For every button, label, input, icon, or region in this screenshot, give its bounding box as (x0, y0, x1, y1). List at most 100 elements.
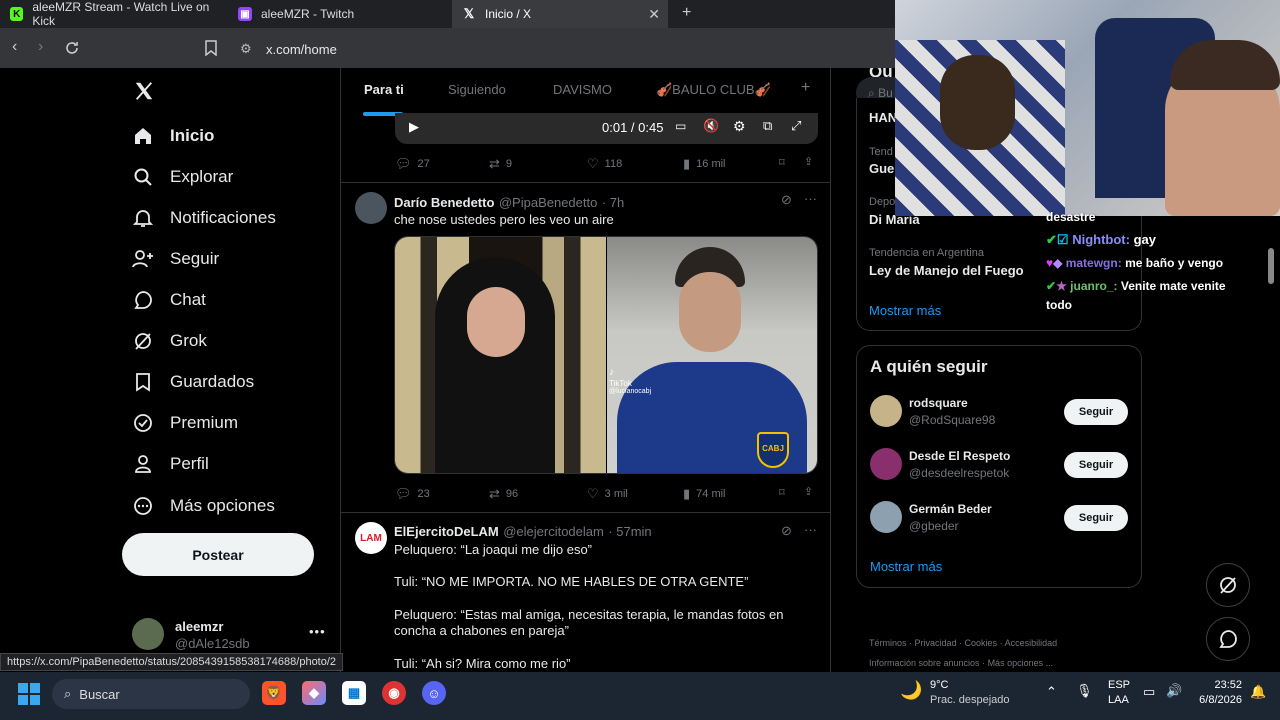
url-input[interactable]: ⚙ x.com/home (230, 35, 910, 63)
avatar[interactable] (355, 192, 387, 224)
video-player[interactable]: ▶ 0:01 / 0:45 ▭ 🔇 ⚙ ⧉ ⤢ (395, 113, 818, 144)
tweet-more-icon[interactable]: ··· (804, 191, 817, 206)
footer-link[interactable]: Información sobre anuncios (869, 658, 980, 668)
media-photo-2[interactable]: CABJ ♪ TikTok @lucianocabj (607, 237, 817, 473)
account-menu-icon[interactable]: ••• (309, 624, 326, 639)
avatar[interactable] (870, 395, 902, 427)
app-icon[interactable]: ◉ (382, 681, 406, 705)
forward-icon[interactable]: › (38, 38, 43, 56)
network-icon[interactable]: ▭ (1143, 684, 1155, 700)
clock-date[interactable]: 6/8/2026 (1190, 694, 1242, 706)
views-button[interactable]: ▮ 16 mil (683, 156, 726, 172)
weather-icon[interactable]: 🌙 (900, 680, 922, 701)
language-bottom[interactable]: LAA (1108, 694, 1129, 706)
browser-tab-x[interactable]: 𝕏 Inicio / X ✕ (452, 0, 668, 28)
tweet-author-name[interactable]: ElEjercitoDeLAM (394, 524, 499, 539)
footer-link[interactable]: Más opciones ... (988, 658, 1054, 668)
like-button[interactable]: ♡ 3 mil (587, 486, 628, 502)
new-tab-button[interactable]: + (682, 4, 691, 22)
tab-para-ti[interactable]: Para ti (364, 82, 404, 97)
views-button[interactable]: ▮ 74 mil (683, 486, 726, 502)
tab-baulo-club[interactable]: 🎻BAULO CLUB🎻 (656, 82, 771, 98)
show-more-trends-link[interactable]: Mostrar más (869, 303, 941, 318)
suggested-user-name[interactable]: rodsquare (909, 396, 968, 410)
tweet-author-name[interactable]: Darío Benedetto (394, 195, 494, 210)
copilot-icon[interactable]: ◆ (302, 681, 326, 705)
volume-icon[interactable]: 🔊 (1166, 683, 1182, 699)
site-settings-icon[interactable]: ⚙ (240, 41, 252, 57)
tweet-author-handle[interactable]: @PipaBenedetto (499, 195, 598, 210)
grok-icon[interactable]: ⊘ (781, 523, 792, 539)
discord-icon[interactable]: ☺ (422, 681, 446, 705)
mute-icon[interactable]: 🔇 (703, 118, 719, 134)
windows-start-icon[interactable] (18, 683, 40, 705)
sidebar-item-perfil[interactable]: Perfil (132, 453, 209, 475)
clock-time[interactable]: 23:52 (1208, 679, 1242, 691)
store-icon[interactable]: ▦ (342, 681, 366, 705)
footer-link[interactable]: Términos (869, 638, 907, 648)
tab-davismo[interactable]: DAVISMO (553, 82, 612, 97)
microphone-icon[interactable]: 🎙 (1076, 683, 1093, 699)
reload-icon[interactable] (64, 40, 80, 61)
reply-button[interactable]: 💬︎ 27 (395, 156, 430, 172)
tweet-more-icon[interactable]: ··· (804, 522, 817, 537)
suggested-user-name[interactable]: Germán Beder (909, 502, 992, 516)
avatar[interactable]: LAM (355, 522, 387, 554)
show-more-follow-link[interactable]: Mostrar más (870, 559, 942, 574)
share-icon[interactable]: ⇪ (804, 485, 813, 498)
footer-link[interactable]: Privacidad (915, 638, 957, 648)
tweet-author-handle[interactable]: @elejercitodelam (503, 524, 604, 539)
grok-icon[interactable]: ⊘ (781, 192, 792, 208)
avatar[interactable] (870, 501, 902, 533)
reply-button[interactable]: 💬︎ 23 (395, 486, 430, 502)
sidebar-item-explorar[interactable]: Explorar (132, 166, 233, 188)
grok-fab[interactable] (1206, 563, 1250, 607)
sidebar-item-guardados[interactable]: Guardados (132, 371, 254, 393)
footer-link[interactable]: Accesibilidad (1005, 638, 1058, 648)
taskbar-search[interactable]: ⌕ Buscar (52, 679, 250, 709)
sidebar-item-notificaciones[interactable]: Notificaciones (132, 207, 276, 229)
sidebar-item-seguir[interactable]: Seguir (132, 248, 219, 270)
trend-item[interactable]: Gue (869, 161, 894, 176)
retweet-button[interactable]: ⇄ 9 (489, 156, 512, 172)
sidebar-item-chat[interactable]: Chat (132, 289, 206, 311)
follow-button[interactable]: Seguir (1064, 505, 1128, 531)
x-logo-icon[interactable] (133, 80, 155, 107)
bookmark-tweet-icon[interactable]: ⌑ (779, 486, 785, 499)
brave-icon[interactable]: 🦁 (262, 681, 286, 705)
browser-tab-kick[interactable]: K aleeMZR Stream - Watch Live on Kick (0, 0, 226, 28)
avatar[interactable] (870, 448, 902, 480)
sidebar-item-mas-opciones[interactable]: Más opciones (132, 495, 275, 517)
add-tab-button[interactable]: + (801, 79, 810, 97)
tweet-time[interactable]: · 7h (602, 195, 624, 210)
messages-fab[interactable] (1206, 617, 1250, 661)
scrollbar-thumb[interactable] (1268, 248, 1274, 284)
browser-tab-twitch[interactable]: ▣ aleeMZR - Twitch (228, 0, 450, 28)
sidebar-item-grok[interactable]: Grok (132, 330, 207, 352)
bookmark-tweet-icon[interactable]: ⌑ (779, 156, 785, 169)
sidebar-item-premium[interactable]: Premium (132, 412, 238, 434)
trend-item[interactable]: Ley de Manejo del Fuego (869, 263, 1024, 278)
notification-icon[interactable]: 🔔 (1250, 684, 1266, 700)
media-photo-1[interactable] (395, 237, 606, 473)
play-icon[interactable]: ▶ (409, 119, 419, 135)
tweet-media[interactable]: CABJ ♪ TikTok @lucianocabj (394, 236, 818, 474)
chevron-up-icon[interactable]: ⌃ (1046, 684, 1057, 700)
suggested-user-name[interactable]: Desde El Respeto (909, 449, 1010, 463)
pip-icon[interactable]: ⧉ (763, 118, 772, 134)
bookmark-page-icon[interactable] (204, 40, 218, 61)
share-icon[interactable]: ⇪ (804, 155, 813, 168)
follow-button[interactable]: Seguir (1064, 452, 1128, 478)
post-button[interactable]: Postear (122, 533, 314, 576)
avatar[interactable] (132, 618, 164, 650)
footer-link[interactable]: Cookies (965, 638, 998, 648)
close-tab-icon[interactable]: ✕ (648, 6, 660, 23)
tweet-time[interactable]: · 57min (608, 524, 651, 539)
like-button[interactable]: ♡ 118 (587, 156, 622, 172)
trend-item[interactable]: HAN (869, 110, 897, 125)
back-icon[interactable]: ‹ (12, 38, 17, 56)
fullscreen-icon[interactable]: ⤢ (791, 118, 801, 134)
sidebar-item-inicio[interactable]: Inicio (132, 125, 214, 147)
settings-icon[interactable]: ⚙ (733, 118, 746, 135)
tab-siguiendo[interactable]: Siguiendo (448, 82, 506, 97)
